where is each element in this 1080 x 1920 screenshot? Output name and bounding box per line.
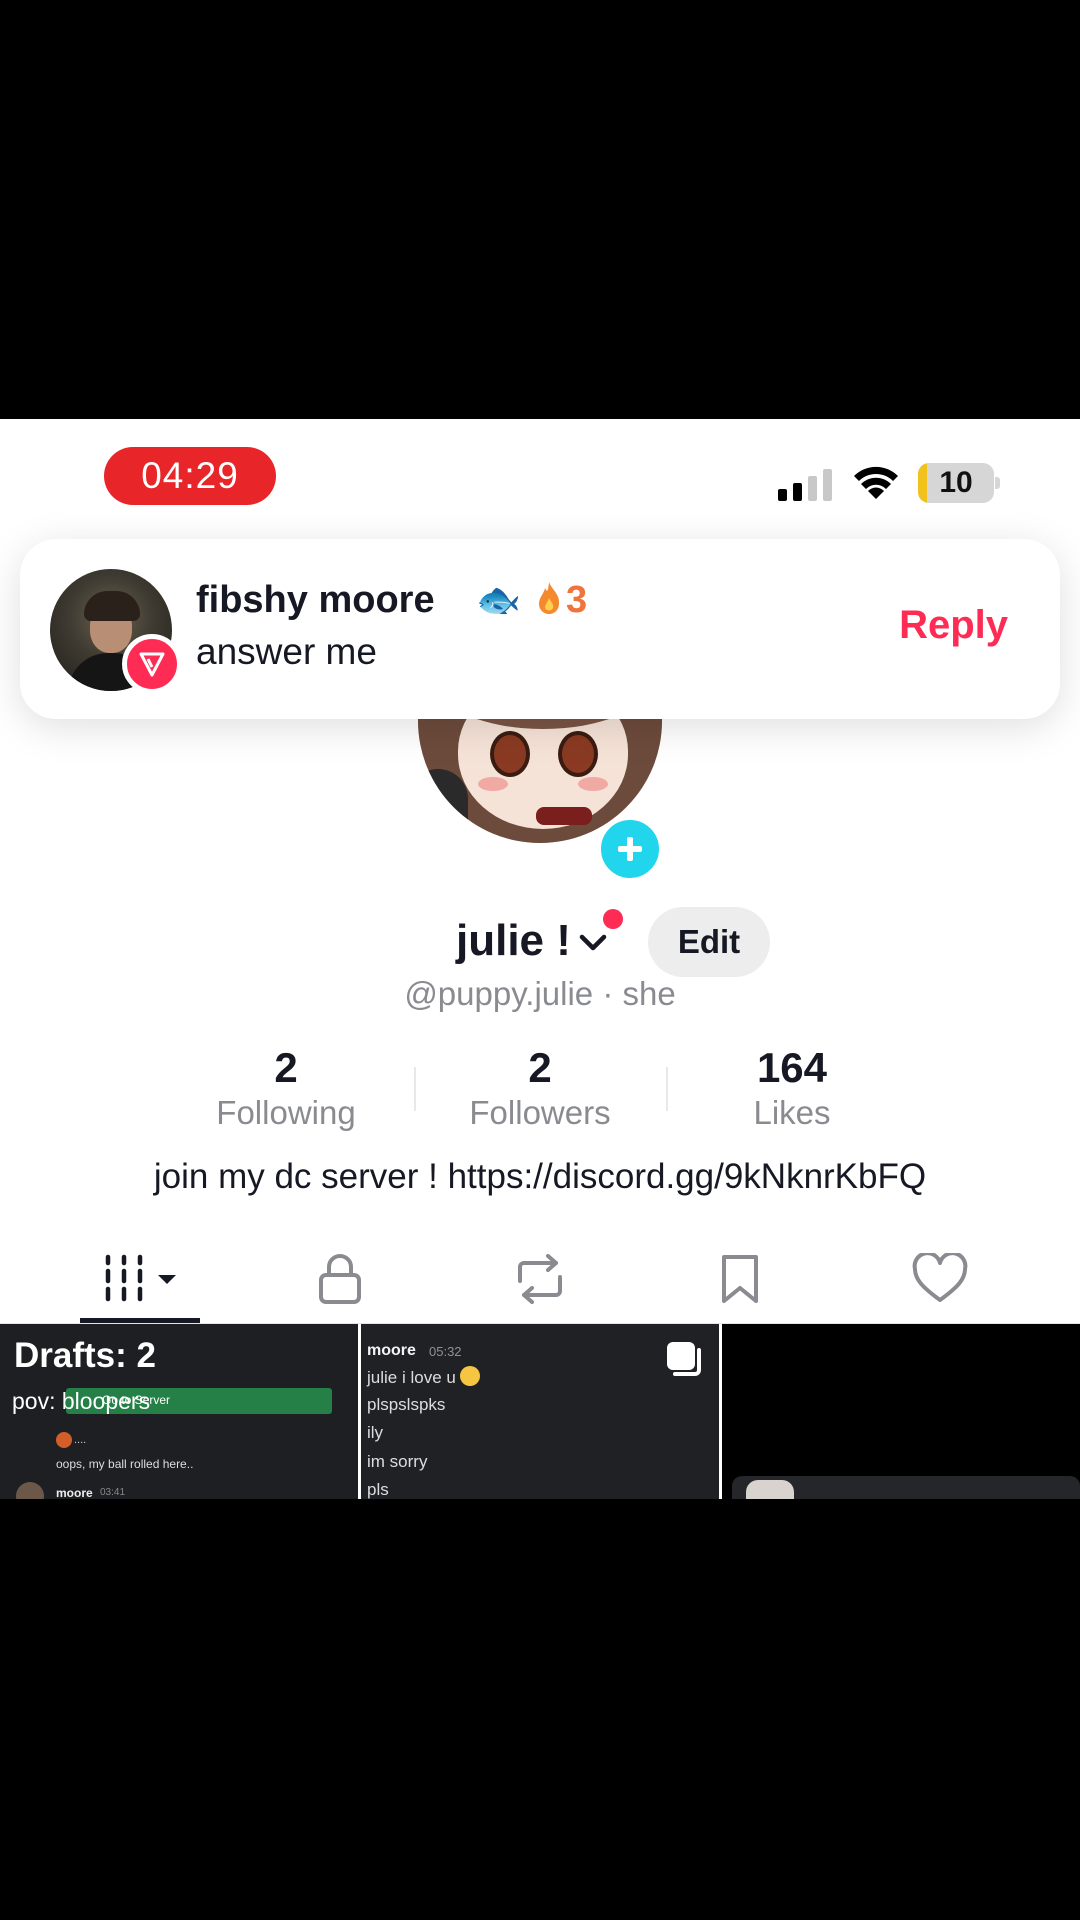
basketball-emoji — [56, 1432, 72, 1448]
chat-line: julie i love u — [367, 1366, 480, 1388]
tab-videos[interactable] — [32, 1239, 248, 1323]
following-label: Following — [216, 1094, 356, 1131]
profile-screen: 04:29 10 fibshy moore 🐟 3 answer me Repl… — [0, 419, 1080, 1499]
chat-username: moore — [367, 1342, 416, 1359]
tab-liked[interactable] — [832, 1239, 1048, 1323]
chat-line: plspslspks — [367, 1395, 446, 1414]
fish-emoji: 🐟 — [476, 579, 521, 620]
streak-count: 3 — [566, 579, 588, 621]
drafts-tile[interactable]: Go to Server pov: bloopers .... oops, my… — [0, 1324, 358, 1499]
tab-private[interactable] — [232, 1239, 448, 1323]
profile-name-row: julie ! — [0, 905, 1080, 977]
dropdown-arrow-icon — [158, 1275, 176, 1284]
multi-photo-icon — [667, 1342, 701, 1376]
chat-time: 05:32 — [429, 1344, 462, 1359]
likes-stat[interactable]: 164 Likes — [682, 1045, 902, 1135]
drafts-dots: .... — [74, 1434, 87, 1446]
likes-count: 164 — [756, 1044, 828, 1091]
following-count: 2 — [274, 1044, 298, 1091]
drafts-username: moore — [56, 1486, 93, 1499]
battery-icon: 10 — [918, 463, 1000, 503]
notification-dot — [603, 909, 623, 929]
wifi-icon — [854, 466, 898, 499]
reply-button[interactable]: Reply — [899, 603, 1008, 648]
video-tile[interactable]: moore 05:32 julie i love u plspslspks il… — [361, 1324, 719, 1499]
streak-badge: 3 — [536, 579, 587, 622]
tab-reposts[interactable] — [432, 1239, 648, 1323]
fire-icon — [539, 582, 560, 614]
chevron-down-icon[interactable] — [576, 927, 610, 957]
video-tile[interactable] — [722, 1324, 1080, 1499]
battery-level: 10 — [939, 466, 973, 499]
status-time: 04:29 — [104, 447, 276, 505]
preview-card — [732, 1476, 1080, 1499]
stat-divider — [666, 1067, 668, 1111]
avatar — [746, 1480, 794, 1499]
cellular-signal-icon — [778, 469, 832, 501]
avatar — [16, 1482, 44, 1499]
profile-bio[interactable]: join my dc server ! https://discord.gg/9… — [0, 1157, 1080, 1197]
direct-message-icon — [122, 634, 182, 694]
tab-favorites[interactable] — [632, 1239, 848, 1323]
chat-line: im sorry — [367, 1452, 428, 1471]
repost-icon — [518, 1254, 562, 1304]
followers-label: Followers — [469, 1094, 611, 1131]
go-to-server-button: Go to Server — [102, 1393, 171, 1407]
stat-divider — [414, 1067, 416, 1111]
videos-grid-icon — [105, 1254, 176, 1302]
flushed-emoji — [459, 1366, 480, 1386]
lock-icon — [319, 1254, 361, 1304]
add-story-button[interactable] — [596, 815, 664, 883]
sender-name: fibshy moore — [196, 579, 435, 621]
chat-line: ily — [367, 1423, 384, 1442]
drafts-message: oops, my ball rolled here.. — [56, 1457, 194, 1471]
edit-profile-button[interactable]: Edit — [648, 907, 770, 977]
notification-message: answer me — [196, 631, 377, 672]
display-name[interactable]: julie ! — [456, 905, 571, 977]
username-handle: @puppy.julie · she — [404, 975, 676, 1012]
bookmark-icon — [722, 1255, 758, 1303]
heart-icon — [912, 1253, 968, 1302]
drafts-time: 03:41 — [100, 1487, 126, 1498]
followers-stat[interactable]: 2 Followers — [430, 1045, 650, 1135]
drafts-count: Drafts: 2 — [14, 1336, 156, 1375]
chat-line: pls — [367, 1480, 389, 1499]
chat-line-text: julie i love u — [367, 1368, 456, 1387]
likes-label: Likes — [753, 1094, 831, 1131]
message-notification[interactable]: fibshy moore 🐟 3 answer me Reply — [20, 539, 1060, 719]
following-stat[interactable]: 2 Following — [176, 1045, 396, 1135]
followers-count: 2 — [528, 1044, 552, 1091]
